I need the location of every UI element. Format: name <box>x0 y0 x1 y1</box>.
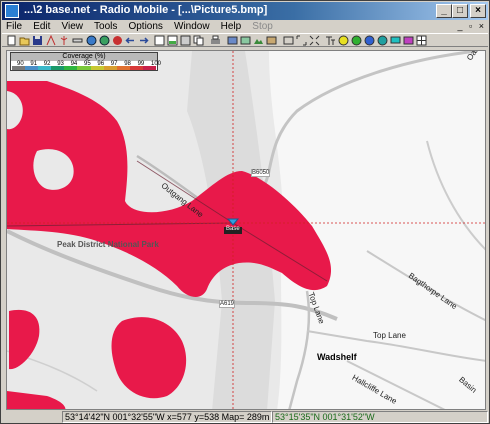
minimize-button[interactable]: _ <box>436 4 452 18</box>
merge-icon[interactable] <box>227 35 238 46</box>
menu-window[interactable]: Window <box>170 20 214 33</box>
menu-help[interactable]: Help <box>217 20 246 33</box>
legend-color-swatch <box>77 66 91 70</box>
legend-color-swatch <box>142 66 156 70</box>
antenna-icon[interactable] <box>59 35 70 46</box>
menu-options[interactable]: Options <box>124 20 166 33</box>
text-icon[interactable] <box>325 35 336 46</box>
close-button[interactable]: × <box>470 4 486 18</box>
terrain-icon[interactable] <box>253 35 264 46</box>
legend-color-swatch <box>51 66 65 70</box>
title-bar[interactable]: ...\2 base.net - Radio Mobile - [...\Pic… <box>2 2 488 20</box>
globe-icon[interactable] <box>86 35 97 46</box>
expand-icon[interactable] <box>309 35 320 46</box>
monitor-icon[interactable] <box>390 35 401 46</box>
inner-close-button[interactable]: × <box>477 21 486 31</box>
top-lane-east-label: Top Lane <box>373 331 406 340</box>
menu-edit[interactable]: Edit <box>29 20 54 33</box>
link-icon[interactable] <box>72 35 83 46</box>
photo-icon[interactable] <box>266 35 277 46</box>
menu-view[interactable]: View <box>57 20 87 33</box>
legend-color-swatch <box>38 66 52 70</box>
legend-title: Coverage (%) <box>11 53 157 61</box>
earth-icon[interactable] <box>99 35 110 46</box>
road-b6050-label: B6050 <box>251 169 271 177</box>
maximize-button[interactable]: □ <box>452 4 468 18</box>
legend-color-swatch <box>12 66 26 70</box>
legend-color-bar <box>12 66 156 70</box>
layers-icon[interactable] <box>240 35 251 46</box>
stop-icon[interactable] <box>112 35 123 46</box>
toolbar <box>2 33 488 47</box>
menu-bar: File Edit View Tools Options Window Help… <box>2 20 488 33</box>
app-icon[interactable] <box>5 4 19 18</box>
status-bar: 53°14'42"N 001°32'55"W x=577 y=538 Map= … <box>2 411 488 423</box>
grid-icon[interactable] <box>416 35 427 46</box>
map-icon[interactable] <box>180 35 191 46</box>
window-icon[interactable] <box>154 35 165 46</box>
new-file-icon[interactable] <box>6 35 17 46</box>
palette-icon[interactable] <box>403 35 414 46</box>
legend-color-swatch <box>129 66 143 70</box>
menu-tools[interactable]: Tools <box>90 20 121 33</box>
legend-color-swatch <box>64 66 78 70</box>
wadshelf-label: Wadshelf <box>317 352 357 362</box>
arrow-left-icon[interactable] <box>125 35 136 46</box>
coverage-map[interactable]: Base Peak District National Park Outgang… <box>6 50 486 410</box>
window-title: ...\2 base.net - Radio Mobile - [...\Pic… <box>24 4 268 16</box>
base-label[interactable]: Base <box>226 226 240 232</box>
peak-district-label: Peak District National Park <box>57 240 159 249</box>
open-folder-icon[interactable] <box>19 35 30 46</box>
copy-icon[interactable] <box>193 35 204 46</box>
legend-color-swatch <box>103 66 117 70</box>
frame-icon[interactable] <box>283 35 294 46</box>
earth-view-icon[interactable] <box>377 35 388 46</box>
status-cursor-coordinates: 53°15'35"N 001°31'52"W <box>272 411 488 423</box>
inner-restore-button[interactable]: ▫ <box>467 21 474 31</box>
app-window: ...\2 base.net - Radio Mobile - [...\Pic… <box>0 0 490 424</box>
map-canvas[interactable] <box>7 51 486 410</box>
save-icon[interactable] <box>32 35 43 46</box>
coverage-icon[interactable] <box>338 35 349 46</box>
legend-color-swatch <box>25 66 39 70</box>
inner-minimize-button[interactable]: _ <box>455 21 464 31</box>
status-coordinates: 53°14'42"N 001°32'55"W x=577 y=538 Map= … <box>62 411 272 423</box>
legend-color-swatch <box>90 66 104 70</box>
menu-file[interactable]: File <box>2 20 26 33</box>
legend-color-swatch <box>116 66 130 70</box>
green-globe-icon[interactable] <box>351 35 362 46</box>
network-tools-icon[interactable] <box>46 35 57 46</box>
coverage-legend[interactable]: Coverage (%) 90 91 92 93 94 95 96 97 98 99 100 <box>10 52 161 71</box>
road-a619-label: A619 <box>219 300 236 308</box>
print-icon[interactable] <box>210 35 221 46</box>
zoom-fit-icon[interactable] <box>296 35 307 46</box>
picture-icon[interactable] <box>167 35 178 46</box>
menu-stop[interactable]: Stop <box>248 20 277 33</box>
blue-globe-icon[interactable] <box>364 35 375 46</box>
arrow-right-icon[interactable] <box>138 35 149 46</box>
